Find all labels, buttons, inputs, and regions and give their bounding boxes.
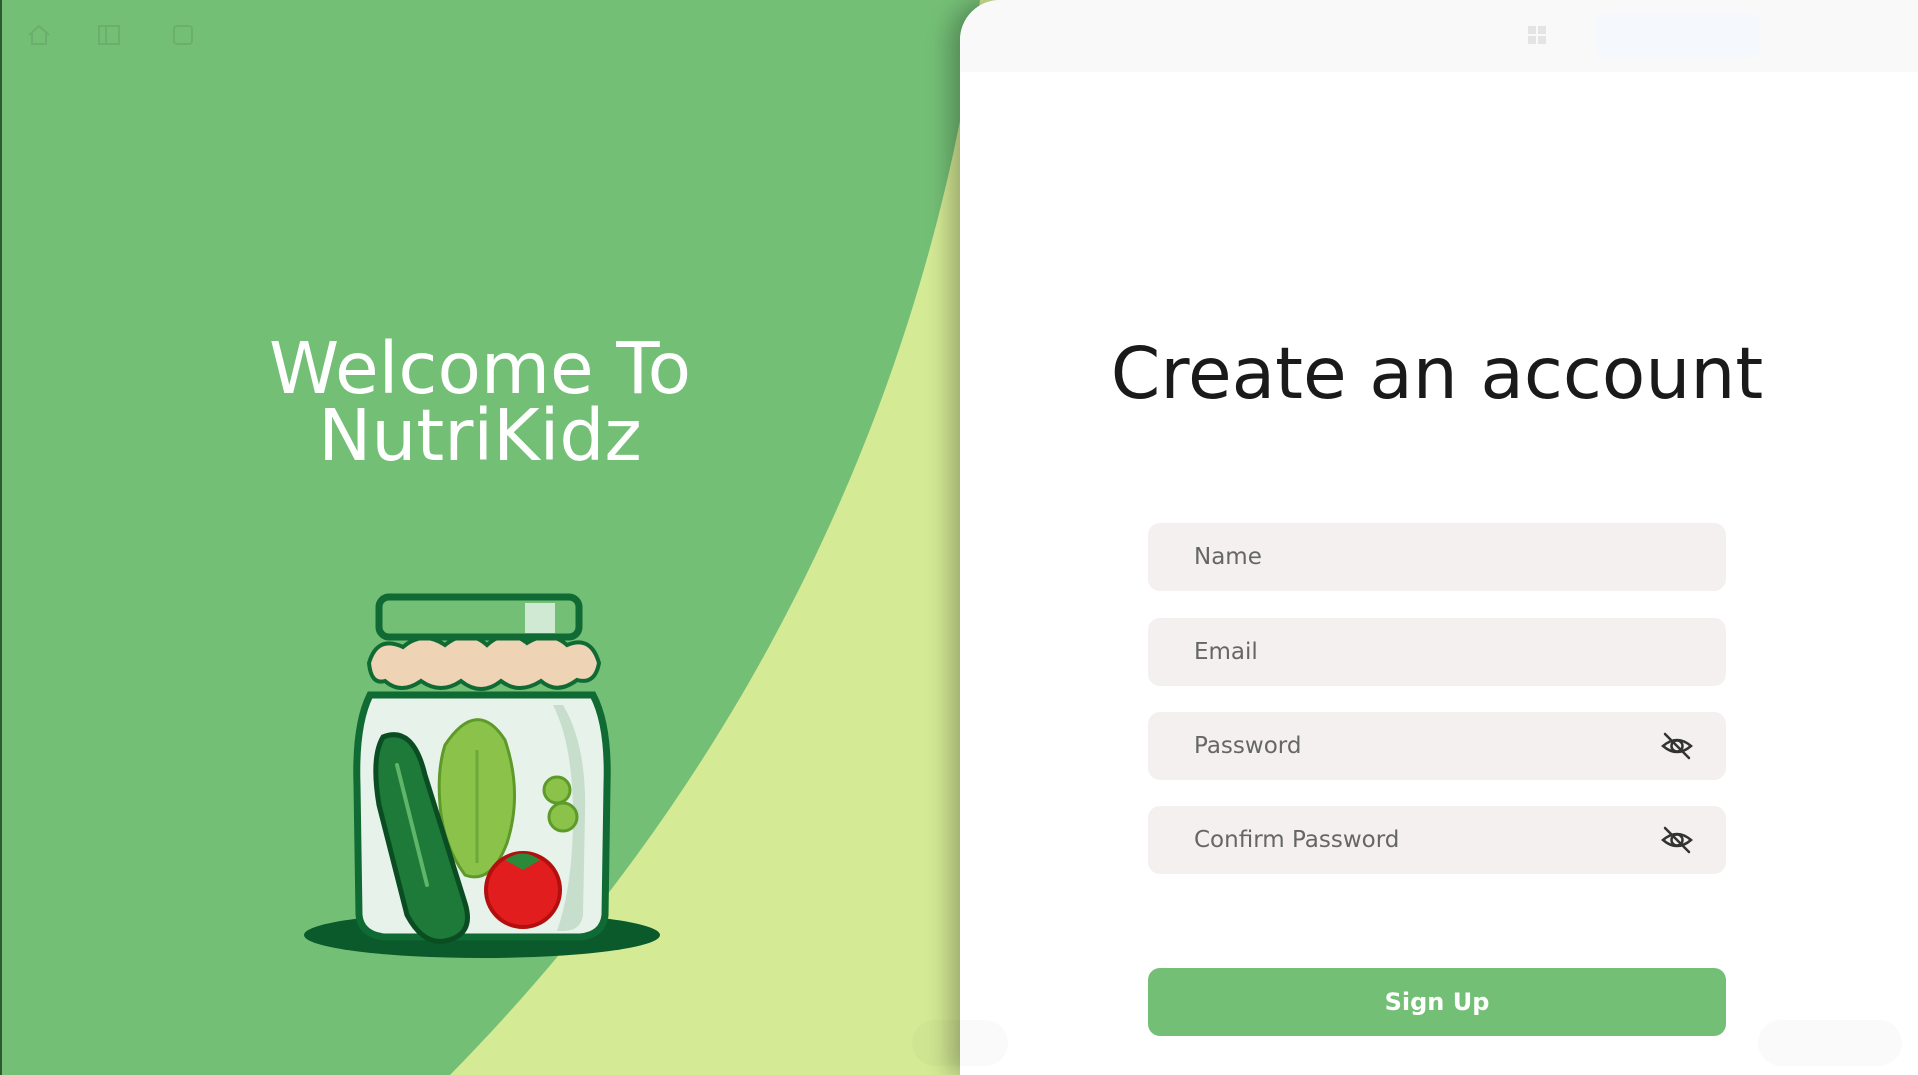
toolbar-right: [960, 0, 1918, 72]
layout-icon[interactable]: [96, 22, 122, 48]
help-button[interactable]: [912, 1020, 1008, 1066]
name-input[interactable]: [1148, 523, 1726, 591]
password-input[interactable]: [1148, 712, 1726, 780]
welcome-line-2: NutriKidz: [318, 394, 642, 477]
welcome-heading: Welcome To NutriKidz: [220, 327, 740, 477]
feedback-button[interactable]: [1758, 1020, 1902, 1066]
eye-off-icon[interactable]: [1660, 730, 1694, 762]
name-field[interactable]: [1148, 523, 1726, 591]
toolbar-left: [0, 0, 980, 72]
frame-icon[interactable]: [170, 22, 196, 48]
welcome-panel: Welcome To NutriKidz: [0, 0, 1000, 1075]
password-field[interactable]: [1148, 712, 1726, 780]
home-icon[interactable]: [26, 22, 52, 48]
eye-off-icon[interactable]: [1660, 824, 1694, 856]
page-title: Create an account: [1110, 332, 1764, 415]
confirm-password-input[interactable]: [1148, 806, 1726, 874]
email-field[interactable]: [1148, 618, 1726, 686]
email-input[interactable]: [1148, 618, 1726, 686]
window-edge: [0, 0, 2, 1075]
grid-icon[interactable]: [1526, 24, 1548, 46]
signup-button[interactable]: Sign Up: [1148, 968, 1726, 1036]
confirm-password-field[interactable]: [1148, 806, 1726, 874]
welcome-line-1: Welcome To: [268, 327, 692, 410]
share-button[interactable]: [1596, 14, 1760, 58]
vegetable-jar-illustration: [304, 593, 660, 958]
